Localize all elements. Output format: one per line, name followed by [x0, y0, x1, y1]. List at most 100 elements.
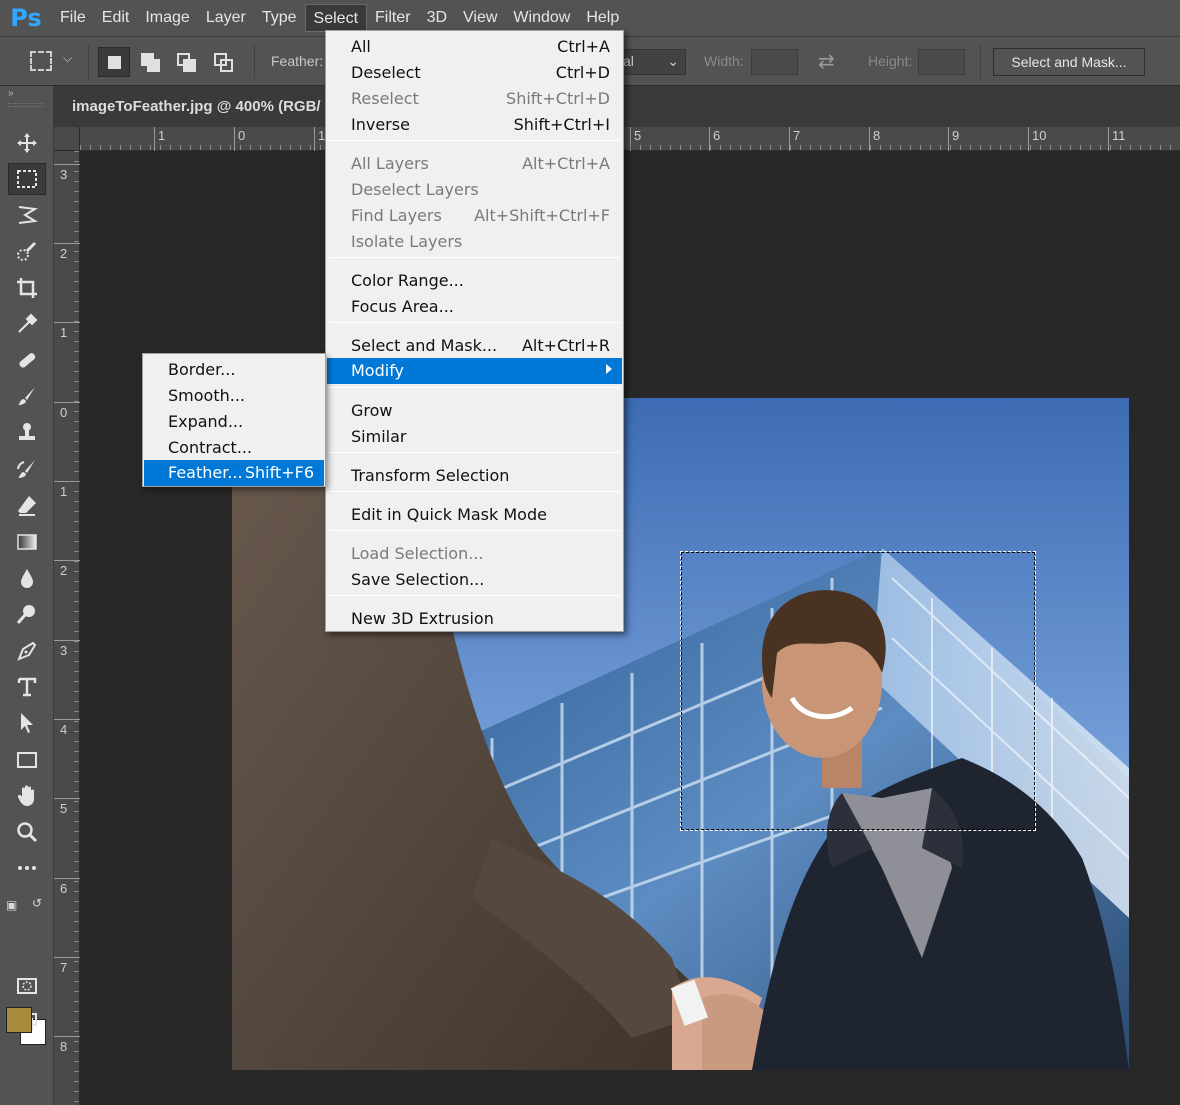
menu-item-save-selection[interactable]: Save Selection...	[327, 567, 622, 593]
vertical-ruler[interactable]: 3 2 1 0 1 2 3 4 5 6 7 8	[54, 151, 80, 1105]
menu-window[interactable]: Window	[505, 4, 578, 32]
ruler-tick	[630, 145, 631, 150]
menu-file[interactable]: File	[52, 4, 94, 32]
menu-item-grow[interactable]: Grow	[327, 398, 622, 424]
path-selection-tool-icon[interactable]	[8, 707, 46, 739]
swap-icon[interactable]: ⇄	[818, 49, 835, 74]
ruler-tick	[74, 691, 79, 692]
ruler-tick	[74, 281, 79, 282]
brush-tool-icon[interactable]	[8, 380, 46, 412]
quick-mask-icon[interactable]	[8, 970, 46, 1002]
select-and-mask-button[interactable]: Select and Mask...	[993, 48, 1145, 76]
ruler-tick	[74, 901, 79, 902]
menu-item-transform-selection[interactable]: Transform Selection	[327, 463, 622, 489]
horizontal-ruler[interactable]: 1 0 1 5 6 7 8 9 10 11	[80, 127, 1180, 151]
eyedropper-tool-icon[interactable]	[8, 308, 46, 340]
tool-preset-icon[interactable]	[30, 51, 52, 71]
ruler-tick	[320, 145, 321, 150]
menu-view[interactable]: View	[455, 4, 505, 32]
ruler-tick	[74, 171, 79, 172]
menu-type[interactable]: Type	[254, 4, 305, 32]
menu-item-all-layers[interactable]: All Layers Alt+Ctrl+A	[327, 151, 622, 177]
rectangular-marquee-tool-icon[interactable]	[8, 163, 46, 195]
submenu-item-contract[interactable]: Contract...	[144, 435, 324, 461]
menu-item-isolate-layers[interactable]: Isolate Layers	[327, 229, 622, 255]
ruler-tick	[230, 145, 231, 150]
ruler-tick	[300, 145, 301, 150]
subtract-from-selection-button[interactable]	[171, 47, 203, 77]
collapse-icon[interactable]: »	[8, 88, 14, 99]
swap-colors-icon[interactable]: ↺	[32, 896, 42, 910]
menu-item-quick-mask[interactable]: Edit in Quick Mask Mode	[327, 502, 622, 528]
menu-layer[interactable]: Layer	[198, 4, 254, 32]
rectangle-tool-icon[interactable]	[8, 744, 46, 776]
ruler-tick	[74, 1051, 79, 1052]
ruler-tick	[250, 145, 251, 150]
submenu-item-expand[interactable]: Expand...	[144, 409, 324, 435]
menu-item-load-selection[interactable]: Load Selection...	[327, 541, 622, 567]
menu-item-find-layers[interactable]: Find Layers Alt+Shift+Ctrl+F	[327, 203, 622, 229]
menu-item-reselect[interactable]: Reselect Shift+Ctrl+D	[327, 86, 622, 112]
ruler-tick	[74, 291, 79, 292]
menu-filter[interactable]: Filter	[367, 4, 419, 32]
ruler-tick	[74, 421, 79, 422]
menu-item-deselect-layers[interactable]: Deselect Layers	[327, 177, 622, 203]
ruler-tick	[74, 471, 79, 472]
submenu-arrow-icon	[606, 364, 612, 374]
menu-help[interactable]: Help	[578, 4, 627, 32]
ruler-tick	[290, 145, 291, 150]
menu-item-select-and-mask[interactable]: Select and Mask... Alt+Ctrl+R	[327, 333, 622, 359]
eraser-tool-icon[interactable]	[8, 489, 46, 521]
default-colors-icon[interactable]: ▣	[6, 898, 17, 912]
new-selection-button[interactable]	[98, 47, 130, 77]
quick-selection-tool-icon[interactable]	[8, 236, 46, 268]
menu-item-all[interactable]: All Ctrl+A	[327, 34, 622, 60]
foreground-color-swatch[interactable]	[6, 1007, 32, 1033]
menu-item-modify[interactable]: Modify	[327, 358, 622, 384]
submenu-item-border[interactable]: Border...	[144, 357, 324, 383]
ruler-tick	[130, 145, 131, 150]
clone-stamp-tool-icon[interactable]	[8, 417, 46, 449]
chevron-down-icon[interactable]: ⌵	[63, 51, 72, 66]
ruler-tick	[210, 145, 211, 150]
menu-item-new-3d-extrusion[interactable]: New 3D Extrusion	[327, 606, 622, 632]
intersect-selection-button[interactable]	[208, 47, 240, 77]
menu-item-inverse[interactable]: Inverse Shift+Ctrl+I	[327, 112, 622, 138]
menu-edit[interactable]: Edit	[94, 4, 138, 32]
hand-tool-icon[interactable]	[8, 780, 46, 812]
submenu-item-feather[interactable]: Feather... Shift+F6	[144, 460, 324, 486]
marquee-selection[interactable]	[680, 551, 1036, 831]
style-select[interactable]: al ⌄	[618, 49, 686, 75]
type-tool-icon[interactable]	[8, 671, 46, 703]
submenu-item-smooth[interactable]: Smooth...	[144, 383, 324, 409]
ruler-tick	[1170, 145, 1171, 150]
gradient-tool-icon[interactable]	[8, 526, 46, 558]
healing-brush-tool-icon[interactable]	[8, 344, 46, 376]
menu-item-focus-area[interactable]: Focus Area...	[327, 294, 622, 320]
toolbar-grip[interactable]	[8, 103, 44, 107]
ruler-tick	[74, 821, 79, 822]
add-to-selection-button[interactable]	[135, 47, 167, 77]
ruler-tick	[74, 441, 79, 442]
height-field[interactable]	[918, 49, 965, 75]
divider	[88, 45, 89, 79]
history-brush-tool-icon[interactable]	[8, 453, 46, 485]
more-tools-icon[interactable]	[8, 852, 46, 884]
menu-image[interactable]: Image	[137, 4, 197, 32]
crop-tool-icon[interactable]	[8, 272, 46, 304]
dodge-tool-icon[interactable]	[8, 598, 46, 630]
menu-item-color-range[interactable]: Color Range...	[327, 268, 622, 294]
menu-3d[interactable]: 3D	[419, 4, 455, 32]
ruler-tick	[260, 145, 261, 150]
menu-item-deselect[interactable]: Deselect Ctrl+D	[327, 60, 622, 86]
ruler-tick	[74, 501, 79, 502]
width-field[interactable]	[751, 49, 798, 75]
menu-item-similar[interactable]: Similar	[327, 424, 622, 450]
lasso-tool-icon[interactable]	[8, 199, 46, 231]
move-tool-icon[interactable]	[8, 127, 46, 159]
ruler-origin[interactable]	[54, 127, 80, 151]
pen-tool-icon[interactable]	[8, 635, 46, 667]
menu-select[interactable]: Select	[304, 4, 368, 32]
zoom-tool-icon[interactable]	[8, 816, 46, 848]
blur-tool-icon[interactable]	[8, 562, 46, 594]
